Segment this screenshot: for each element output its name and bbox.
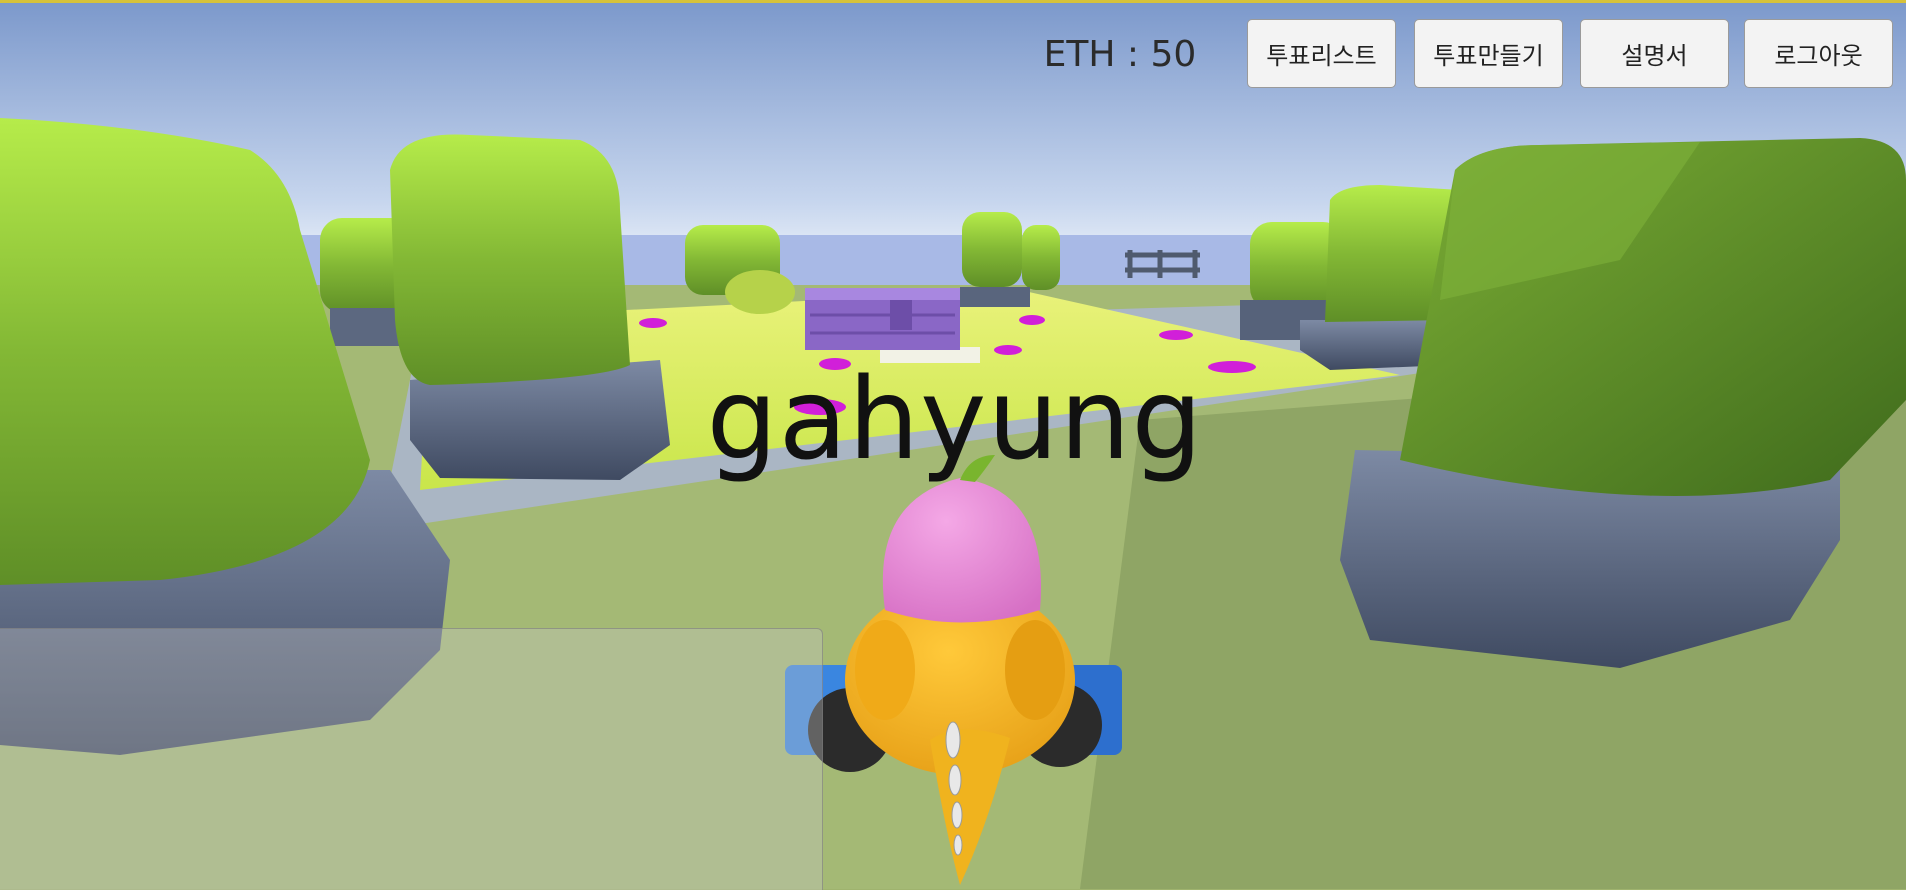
virtual-joystick-area[interactable] <box>0 628 823 890</box>
player-nameplate: gahyung <box>706 355 1204 485</box>
manual-button[interactable]: 설명서 <box>1580 19 1729 88</box>
treasure-chest <box>805 288 960 350</box>
vote-list-button[interactable]: 투표리스트 <box>1247 19 1396 88</box>
logout-button[interactable]: 로그아웃 <box>1744 19 1893 88</box>
window-top-border <box>0 0 1906 3</box>
eth-balance: ETH : 50 <box>1043 34 1197 75</box>
create-vote-button[interactable]: 투표만들기 <box>1414 19 1563 88</box>
